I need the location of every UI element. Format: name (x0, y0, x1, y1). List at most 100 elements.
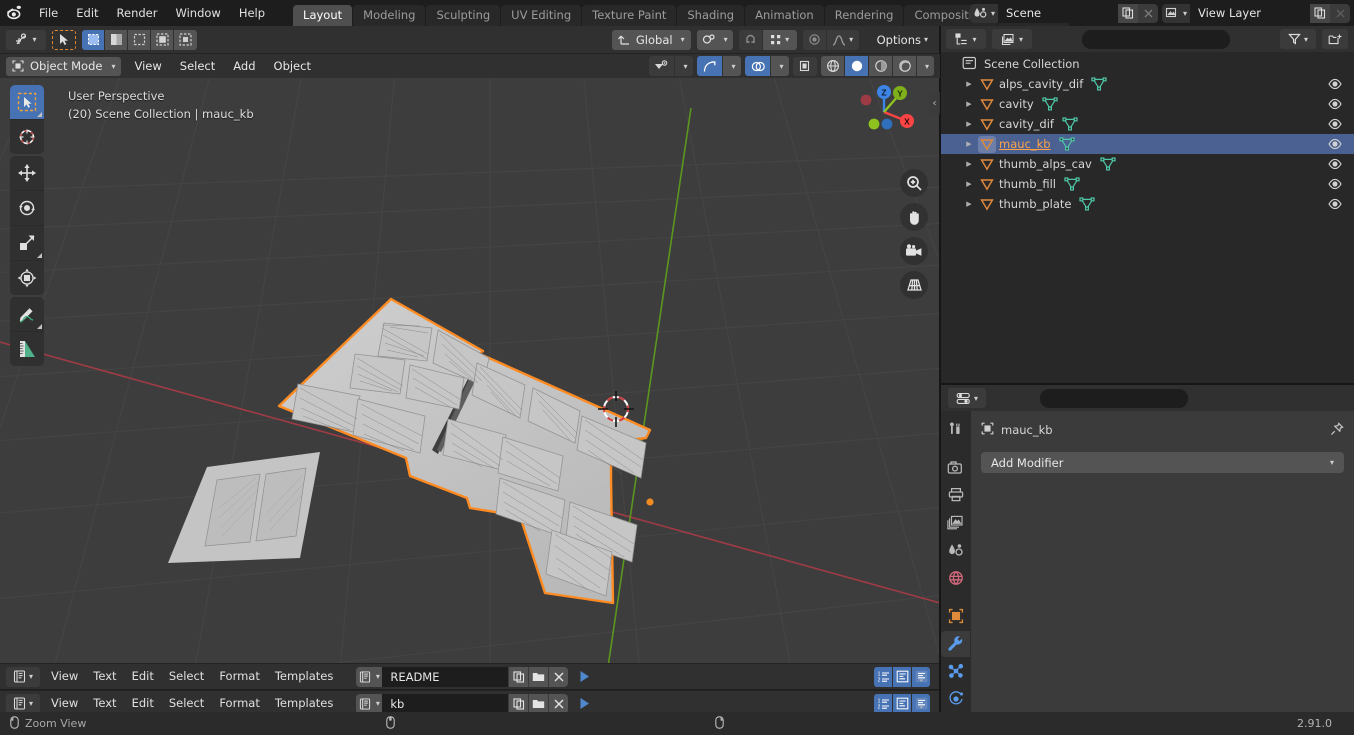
tab-object[interactable] (941, 603, 970, 629)
outliner-item-mauc_kb[interactable]: ▶ mauc_kb (940, 134, 1354, 154)
text-editor-1-menu-select[interactable]: Select (162, 667, 211, 686)
text-editor-1-menu-edit[interactable]: Edit (125, 667, 161, 686)
mesh-data-icon[interactable] (1100, 157, 1116, 171)
viewlayer-name[interactable]: View Layer (1190, 3, 1310, 23)
falloff-dropdown[interactable]: ▾ (826, 29, 859, 50)
disclosure-triangle-icon[interactable]: ▶ (962, 180, 976, 188)
toggle-ortho-persp-icon[interactable] (900, 271, 928, 299)
workspace-tab-uv-editing[interactable]: UV Editing (501, 5, 582, 26)
tab-modifier[interactable] (941, 630, 970, 657)
text-name-1[interactable]: README (382, 666, 509, 687)
run-script-button-2[interactable] (574, 694, 594, 714)
properties-editor[interactable]: ▾ mauc_kb Add Modifier ▾ (940, 385, 1354, 712)
select-subtract-icon[interactable] (128, 29, 151, 50)
text-datablock-1[interactable]: ▾ README (356, 666, 594, 687)
open-text-button-1[interactable] (528, 666, 549, 687)
menu-help[interactable]: Help (230, 4, 274, 22)
gizmo-dropdown[interactable]: ▾ (723, 56, 741, 76)
tool-rotate[interactable] (10, 191, 44, 225)
magnet-icon[interactable] (738, 29, 763, 50)
visibility-eye-icon[interactable] (1328, 174, 1342, 194)
properties-editor-type-button[interactable]: ▾ (948, 388, 986, 408)
workspace-tab-layout[interactable]: Layout (293, 5, 353, 26)
add-modifier-button[interactable]: Add Modifier ▾ (981, 452, 1344, 473)
tool-cursor[interactable] (10, 120, 44, 154)
sidebar-collapse-arrow[interactable]: ‹ (929, 92, 940, 114)
text-editor-1-menu-format[interactable]: Format (212, 667, 267, 686)
workspace-tab-sculpting[interactable]: Sculpting (426, 5, 501, 26)
visibility-eye-icon[interactable] (1328, 114, 1342, 134)
viewlayer-datablock[interactable]: ▾ View Layer (1162, 3, 1350, 23)
workspace-tab-animation[interactable]: Animation (745, 5, 824, 26)
text-editor-2-menu-templates[interactable]: Templates (268, 694, 340, 713)
visibility-eye-icon[interactable] (1328, 154, 1342, 174)
outliner-editor[interactable]: ▾ ▾ ▾ Scene Collection ▶ alps_cavity_dif… (940, 26, 1354, 385)
open-text-button-2[interactable] (528, 693, 549, 714)
new-collection-button[interactable] (1322, 29, 1348, 49)
viewport-canvas[interactable] (0, 78, 940, 663)
mesh-data-icon[interactable] (1079, 197, 1096, 211)
disclosure-triangle-icon[interactable]: ▶ (962, 200, 976, 208)
unlink-text-button-2[interactable] (548, 693, 569, 714)
camera-view-icon[interactable] (900, 237, 928, 265)
text-editor-2-menu-select[interactable]: Select (162, 694, 211, 713)
tab-view-layer[interactable] (941, 510, 970, 536)
menu-file[interactable]: File (30, 4, 67, 22)
workspace-tab-rendering[interactable]: Rendering (824, 5, 904, 26)
word-wrap-toggle-2[interactable] (893, 693, 911, 714)
object-types-visibility-icon[interactable] (649, 56, 675, 76)
select-invert-icon[interactable] (151, 29, 174, 50)
text-editor-1-type-button[interactable]: ▾ (6, 666, 40, 687)
proportional-editing-icon[interactable] (802, 29, 827, 50)
line-numbers-toggle-1[interactable]: 12 (874, 666, 892, 687)
tool-scale[interactable] (10, 226, 44, 260)
disclosure-triangle-icon[interactable]: ▶ (962, 120, 976, 128)
viewport-menu-add[interactable]: Add (225, 57, 263, 76)
outliner-item-thumb_fill[interactable]: ▶ thumb_fill (940, 174, 1354, 194)
snap-to-dropdown[interactable]: ▾ (762, 29, 797, 50)
visibility-eye-icon[interactable] (1328, 74, 1342, 94)
text-editor-2-type-button[interactable]: ▾ (6, 693, 40, 714)
disclosure-triangle-icon[interactable]: ▶ (962, 140, 976, 148)
word-wrap-toggle-1[interactable] (893, 666, 911, 687)
outliner-item-thumb_alps_cav[interactable]: ▶ thumb_alps_cav (940, 154, 1354, 174)
scene-collection-row[interactable]: Scene Collection (940, 54, 1354, 74)
disclosure-triangle-icon[interactable]: ▶ (962, 100, 976, 108)
select-mode-segments[interactable] (82, 29, 197, 50)
tab-scene[interactable] (941, 537, 970, 563)
run-script-button-1[interactable] (574, 667, 594, 687)
mode-dropdown[interactable]: Object Mode ▾ (6, 56, 122, 76)
navigation-gizmo[interactable]: Z Y X (846, 74, 922, 150)
proportional-edit-group[interactable]: ▾ (802, 29, 859, 50)
text-name-2[interactable]: kb (382, 693, 509, 714)
text-editor-2-menu-format[interactable]: Format (212, 694, 267, 713)
outliner-item-alps_cavity_dif[interactable]: ▶ alps_cavity_dif (940, 74, 1354, 94)
menu-edit[interactable]: Edit (67, 4, 107, 22)
text-editor-1-menu-templates[interactable]: Templates (268, 667, 340, 686)
unlink-scene-button[interactable] (1138, 3, 1158, 23)
zoom-icon[interactable] (900, 169, 928, 197)
material-preview-icon[interactable] (869, 56, 893, 76)
properties-search-field[interactable] (1053, 391, 1198, 405)
gizmo-group[interactable]: ▾ (697, 56, 741, 76)
select-extend-icon[interactable] (105, 29, 128, 50)
select-intersect-icon[interactable] (174, 29, 197, 50)
viewport-menu-view[interactable]: View (126, 57, 169, 76)
mesh-data-icon[interactable] (1042, 97, 1058, 111)
new-scene-button[interactable] (1118, 3, 1138, 23)
scene-datablock[interactable]: ▾ Scene (970, 3, 1158, 23)
tool-annotate[interactable] (10, 297, 44, 331)
rendered-shading-icon[interactable] (893, 56, 917, 76)
visibility-eye-icon[interactable] (1328, 94, 1342, 114)
text-editor-2-menu-view[interactable]: View (44, 694, 85, 713)
outliner-item-cavity_dif[interactable]: ▶ cavity_dif (940, 114, 1354, 134)
options-dropdown[interactable]: Options ▾ (871, 30, 934, 50)
overlays-dropdown[interactable]: ▾ (771, 56, 789, 76)
syntax-highlight-toggle-2[interactable] (912, 693, 930, 714)
outliner-search-input[interactable] (1082, 29, 1240, 49)
tab-tool[interactable] (941, 416, 970, 442)
workspace-tab-modeling[interactable]: Modeling (353, 5, 426, 26)
tab-physics[interactable] (941, 686, 970, 712)
outliner-editor-type-button[interactable]: ▾ (946, 29, 986, 49)
outliner-item-cavity[interactable]: ▶ cavity (940, 94, 1354, 114)
